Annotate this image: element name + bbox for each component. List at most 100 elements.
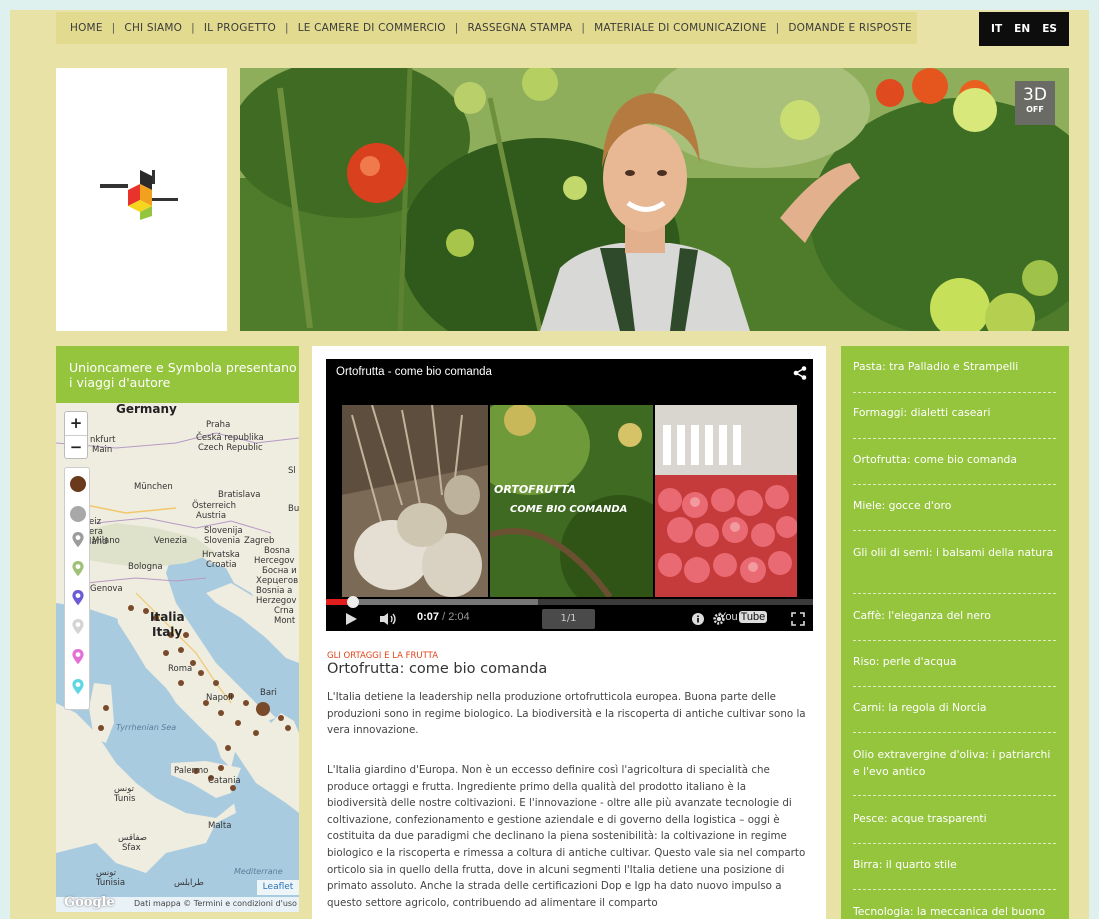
zoom-in-button[interactable]: + xyxy=(65,412,87,435)
page-left-border xyxy=(0,0,10,919)
map-label: Česká republika xyxy=(196,433,264,443)
map-label: Bosnia a xyxy=(256,586,293,596)
nav-domande-risposte[interactable]: DOMANDE E RISPOSTE xyxy=(788,22,911,34)
map-label: nkfurt xyxy=(90,435,116,445)
article-category[interactable]: GLI ORTAGGI E LA FRUTTA xyxy=(327,651,438,661)
map-label: Hercegov xyxy=(254,556,295,566)
menu-item-pesce[interactable]: Pesce: acque trasparenti xyxy=(853,810,1058,827)
map-label: Bu xyxy=(288,504,299,514)
nav-materiale-comunicazione[interactable]: MATERIALE DI COMUNICAZIONE xyxy=(594,22,766,34)
map-label: Roma xyxy=(168,664,193,674)
google-logo[interactable]: Google xyxy=(64,895,115,910)
map-label: Venezia xyxy=(154,536,188,546)
map-panel-title: Unioncamere e Symbola presentano i viagg… xyxy=(56,346,299,403)
map-label-italy: Italy xyxy=(152,625,183,639)
map-label: era xyxy=(89,527,103,537)
map-label: تونس xyxy=(96,868,116,878)
filter-gray-circle-icon[interactable] xyxy=(70,506,86,522)
filter-green-pin-icon[interactable] xyxy=(70,561,86,577)
nav-camere-di-commercio[interactable]: LE CAMERE DI COMMERCIO xyxy=(298,22,446,34)
current-time: 0:07 xyxy=(417,611,440,623)
nav-separator: | xyxy=(581,22,586,34)
map-label: Slovenija xyxy=(204,526,243,536)
menu-item-carni[interactable]: Carni: la regola di Norcia xyxy=(853,699,1058,716)
map-label: Malta xyxy=(208,821,232,831)
menu-item-birra[interactable]: Birra: il quarto stile xyxy=(853,856,1058,873)
fullscreen-icon[interactable] xyxy=(791,612,805,626)
nav-rassegna-stampa[interactable]: RASSEGNA STAMPA xyxy=(468,22,573,34)
map-label: eiz xyxy=(89,517,102,527)
3d-toggle-button[interactable]: 3D OFF xyxy=(1015,81,1055,125)
menu-item-tecnologia[interactable]: Tecnologia: la meccanica del buono xyxy=(853,903,1058,919)
map-label: Praha xyxy=(206,420,231,430)
page-top-border xyxy=(0,0,1099,10)
filter-cyan-pin-icon[interactable] xyxy=(70,679,86,695)
map-label: صفاقس xyxy=(118,833,148,843)
play-icon[interactable] xyxy=(344,612,358,626)
site-logo[interactable] xyxy=(56,68,227,331)
leaflet-attribution-link[interactable]: Leaflet xyxy=(257,880,299,895)
menu-item-olio-extravergine[interactable]: Olio extravergine d'oliva: i patriarchi … xyxy=(853,746,1058,780)
menu-item-pasta[interactable]: Pasta: tra Palladio e Strampelli xyxy=(853,358,1058,375)
menu-item-riso[interactable]: Riso: perle d'acqua xyxy=(853,653,1058,670)
volume-icon[interactable] xyxy=(379,612,399,626)
map-label: München xyxy=(134,482,173,492)
map-label: land xyxy=(89,537,108,547)
map-label-sea: Mediterrane xyxy=(234,867,283,876)
lang-it[interactable]: IT xyxy=(991,23,1002,35)
menu-divider xyxy=(853,392,1056,393)
map-label: Herzegov xyxy=(256,596,297,606)
map-terms-link[interactable]: Dati mappa © Termini e condizioni d'uso xyxy=(134,899,297,908)
article-title: Ortofrutta: come bio comanda xyxy=(327,661,548,677)
map-label: Genova xyxy=(90,584,123,594)
map-zoom-control: + − xyxy=(64,411,88,459)
3d-state-label: OFF xyxy=(1026,105,1044,114)
map-label: Босна и xyxy=(262,566,297,576)
map-label: Österreich xyxy=(192,501,236,511)
zoom-out-button[interactable]: − xyxy=(65,435,87,458)
map-label-sea: Tyrrhenian Sea xyxy=(116,723,177,732)
menu-item-ortofrutta[interactable]: Ortofrutta: come bio comanda xyxy=(853,451,1058,468)
video-frame-title: ORTOFRUTTA COME BIO COMANDA xyxy=(490,405,653,597)
lang-es[interactable]: ES xyxy=(1042,23,1057,35)
share-icon[interactable] xyxy=(793,366,807,380)
filter-gray-pin-icon[interactable] xyxy=(70,532,86,548)
map-label: Tunis xyxy=(114,794,136,804)
video-page-indicator[interactable]: 1/1 xyxy=(542,609,595,629)
video-title[interactable]: Ortofrutta - come bio comanda xyxy=(336,366,492,378)
video-scrubber-handle[interactable] xyxy=(347,596,359,608)
map-attribution: Google Dati mappa © Termini e condizioni… xyxy=(56,895,299,912)
page-right-border xyxy=(1089,0,1099,919)
map-label: Bologna xyxy=(128,562,163,572)
menu-divider xyxy=(853,484,1056,485)
menu-item-miele[interactable]: Miele: gocce d'oro xyxy=(853,497,1058,514)
menu-item-olii-di-semi[interactable]: Gli olii di semi: i balsami della natura xyxy=(853,544,1058,561)
article-body: L'Italia giardino d'Europa. Non è un ecc… xyxy=(327,764,806,909)
map-panel-title-text: Unioncamere e Symbola presentano i viagg… xyxy=(69,360,297,390)
menu-divider xyxy=(853,732,1056,733)
lang-en[interactable]: EN xyxy=(1014,23,1030,35)
youtube-logo[interactable]: You Tube xyxy=(719,611,768,623)
map-label: Mont xyxy=(274,616,296,626)
video-controls: 0:07 / 2:04 1/1 You Tube xyxy=(326,608,813,631)
menu-divider xyxy=(853,530,1056,531)
map-label: Sl xyxy=(288,466,296,476)
nav-chi-siamo[interactable]: CHI SIAMO xyxy=(124,22,182,34)
menu-item-formaggi[interactable]: Formaggi: dialetti caseari xyxy=(853,404,1058,421)
youtube-you-text: You xyxy=(719,611,738,623)
nav-separator: | xyxy=(775,22,780,34)
map-label: Hrvatska xyxy=(202,550,240,560)
filter-pink-pin-icon[interactable] xyxy=(70,649,86,665)
filter-purple-pin-icon[interactable] xyxy=(70,590,86,606)
itineraries-menu xyxy=(841,346,1069,919)
italy-map[interactable]: Germany Praha Česká republika Czech Repu… xyxy=(56,403,299,912)
filter-light-pin-icon[interactable] xyxy=(70,619,86,635)
filter-brown-circle-icon[interactable] xyxy=(70,476,86,492)
language-switcher: IT EN ES xyxy=(979,12,1069,46)
nav-il-progetto[interactable]: IL PROGETTO xyxy=(204,22,276,34)
map-label: طرابلس xyxy=(174,878,204,888)
menu-item-caffe[interactable]: Caffè: l'eleganza del nero xyxy=(853,607,1058,624)
video-overlay-line2: COME BIO COMANDA xyxy=(510,504,627,515)
nav-home[interactable]: HOME xyxy=(70,22,103,34)
info-icon[interactable] xyxy=(692,613,704,625)
